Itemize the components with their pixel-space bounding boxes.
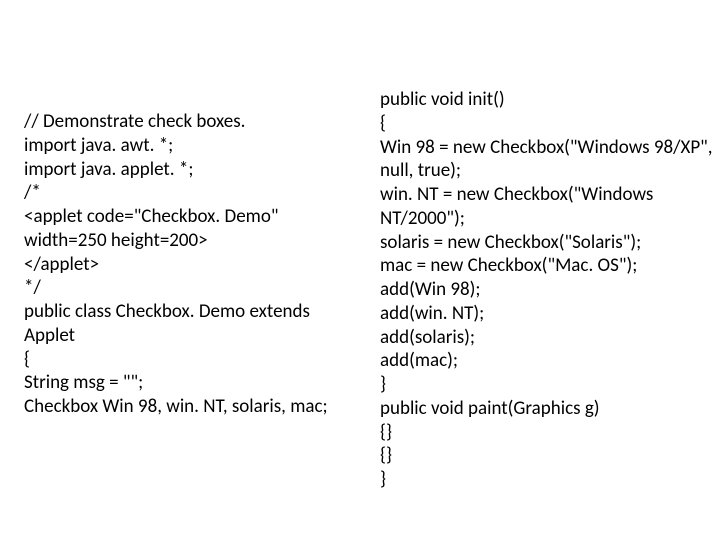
code-line: } bbox=[380, 373, 710, 397]
code-line: /* bbox=[24, 181, 380, 205]
code-column-right: public void init() { Win 98 = new Checkb… bbox=[380, 88, 710, 492]
code-line: public void paint(Graphics g) bbox=[380, 397, 710, 421]
code-line: NT/2000"); bbox=[380, 207, 710, 231]
code-line: Applet bbox=[24, 324, 380, 348]
code-line: public class Checkbox. Demo extends bbox=[24, 300, 380, 324]
code-line: { bbox=[380, 112, 710, 136]
code-line: public void init() bbox=[380, 88, 710, 112]
code-line: // Demonstrate check boxes. bbox=[24, 110, 380, 134]
code-line: Win 98 = new Checkbox("Windows 98/XP", bbox=[380, 136, 710, 160]
code-line: import java. awt. *; bbox=[24, 134, 380, 158]
code-line: mac = new Checkbox("Mac. OS"); bbox=[380, 254, 710, 278]
code-line: win. NT = new Checkbox("Windows bbox=[380, 183, 710, 207]
code-line: { bbox=[24, 348, 380, 372]
code-line: {} bbox=[380, 444, 710, 468]
code-line: import java. applet. *; bbox=[24, 158, 380, 182]
code-line: add(mac); bbox=[380, 349, 710, 373]
code-line: add(win. NT); bbox=[380, 302, 710, 326]
code-line: {} bbox=[380, 421, 710, 445]
code-columns: // Demonstrate check boxes. import java.… bbox=[24, 88, 712, 492]
slide: // Demonstrate check boxes. import java.… bbox=[0, 0, 720, 540]
code-line: Checkbox Win 98, win. NT, solaris, mac; bbox=[24, 395, 380, 419]
code-line: </applet> bbox=[24, 253, 380, 277]
code-line: add(Win 98); bbox=[380, 278, 710, 302]
code-line: */ bbox=[24, 276, 380, 300]
code-line: null, true); bbox=[380, 159, 710, 183]
code-line: width=250 height=200> bbox=[24, 229, 380, 253]
code-column-left: // Demonstrate check boxes. import java.… bbox=[24, 88, 380, 492]
code-line: solaris = new Checkbox("Solaris"); bbox=[380, 231, 710, 255]
code-line: add(solaris); bbox=[380, 326, 710, 350]
code-line: } bbox=[380, 468, 710, 492]
code-line: String msg = ""; bbox=[24, 371, 380, 395]
code-line: <applet code="Checkbox. Demo" bbox=[24, 205, 380, 229]
